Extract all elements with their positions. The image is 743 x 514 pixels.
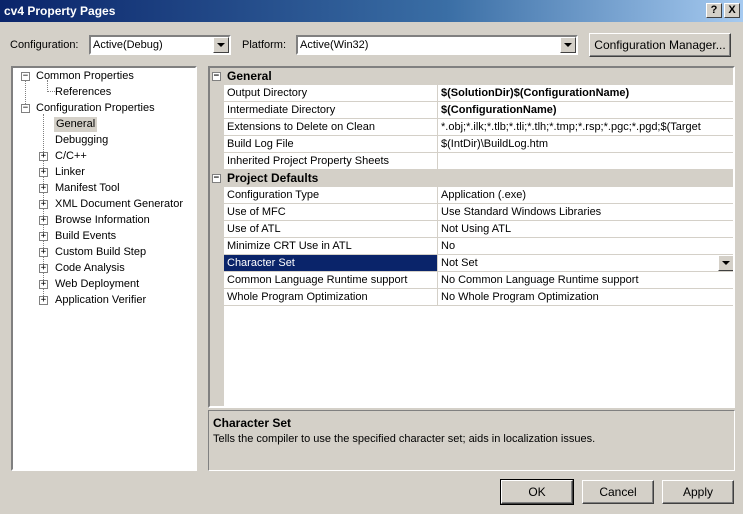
tree-item[interactable]: XML Document Generator <box>55 197 183 212</box>
expand-icon[interactable]: + <box>39 280 48 289</box>
category-label: General <box>227 69 272 83</box>
collapse-icon[interactable]: − <box>212 174 221 183</box>
tree-item[interactable]: Web Deployment <box>55 277 139 292</box>
chevron-down-icon <box>217 43 225 47</box>
tree-item[interactable]: Application Verifier <box>55 293 146 308</box>
description-panel: Character Set Tells the compiler to use … <box>208 410 735 471</box>
property-row[interactable]: Inherited Project Property Sheets <box>224 153 733 170</box>
close-button[interactable]: X <box>724 3 740 18</box>
property-value: Not Using ATL <box>441 223 512 235</box>
property-value: Not Set <box>441 257 478 269</box>
expand-icon[interactable]: + <box>39 200 48 209</box>
platform-value: Active(Win32) <box>300 39 369 51</box>
chevron-down-icon <box>722 261 730 265</box>
expand-icon[interactable]: + <box>39 264 48 273</box>
window-title: cv4 Property Pages <box>4 4 116 18</box>
ok-button[interactable]: OK <box>500 479 574 505</box>
property-name: Common Language Runtime support <box>227 274 408 286</box>
category-label: Project Defaults <box>227 171 319 185</box>
property-row[interactable]: Use of MFC Use Standard Windows Librarie… <box>224 204 733 221</box>
property-value: No <box>441 240 456 252</box>
tree-item[interactable]: Manifest Tool <box>55 181 120 196</box>
property-value: $(IntDir)\BuildLog.htm <box>441 138 548 150</box>
tree-item[interactable]: Build Events <box>55 229 116 244</box>
description-text: Tells the compiler to use the specified … <box>213 433 596 445</box>
tree-item[interactable]: Code Analysis <box>55 261 125 276</box>
property-row[interactable]: Extensions to Delete on Clean *.obj;*.il… <box>224 119 733 136</box>
category-row-project-defaults[interactable]: − Project Defaults <box>210 170 733 187</box>
property-row[interactable]: Whole Program Optimization No Whole Prog… <box>224 289 733 306</box>
category-row-general[interactable]: − General <box>210 68 733 85</box>
tree-item[interactable]: Custom Build Step <box>55 245 146 260</box>
platform-combo[interactable]: Active(Win32) <box>296 35 578 55</box>
property-name: Intermediate Directory <box>227 104 336 116</box>
property-row[interactable]: Configuration Type Application (.exe) <box>224 187 733 204</box>
property-name: Use of ATL <box>227 223 281 235</box>
property-value: No Common Language Runtime support <box>441 274 639 286</box>
tree-item-references[interactable]: References <box>55 85 111 100</box>
property-value: Use Standard Windows Libraries <box>441 206 602 218</box>
expand-icon[interactable]: + <box>39 248 48 257</box>
collapse-icon[interactable]: − <box>21 104 30 113</box>
property-name: Configuration Type <box>227 189 320 201</box>
configuration-manager-button[interactable]: Configuration Manager... <box>589 33 731 57</box>
configuration-label: Configuration: <box>10 39 79 51</box>
property-row[interactable]: Use of ATL Not Using ATL <box>224 221 733 238</box>
property-name: Output Directory <box>227 87 308 99</box>
tree-item-general[interactable]: General <box>54 117 98 132</box>
property-name: Minimize CRT Use in ATL <box>227 240 352 252</box>
tree-item-configuration-properties[interactable]: Configuration Properties <box>36 101 155 116</box>
property-row[interactable]: Minimize CRT Use in ATL No <box>224 238 733 255</box>
property-name: Character Set <box>227 257 295 269</box>
property-row[interactable]: Output Directory $(SolutionDir)$(Configu… <box>224 85 733 102</box>
expand-icon[interactable]: + <box>39 168 48 177</box>
expand-icon[interactable]: + <box>39 152 48 161</box>
apply-button[interactable]: Apply <box>662 480 734 504</box>
property-value: Application (.exe) <box>441 189 526 201</box>
collapse-icon[interactable]: − <box>21 72 30 81</box>
cancel-button[interactable]: Cancel <box>582 480 654 504</box>
platform-label: Platform: <box>242 39 287 51</box>
tree-item-debugging[interactable]: Debugging <box>55 133 108 148</box>
property-grid[interactable]: − General Output Directory $(SolutionDir… <box>208 66 735 408</box>
tree-item[interactable]: Linker <box>55 165 85 180</box>
property-value: $(ConfigurationName) <box>441 104 557 116</box>
expand-icon[interactable]: + <box>39 216 48 225</box>
title-bar: cv4 Property Pages ? X <box>0 0 743 22</box>
property-name: Whole Program Optimization <box>227 291 368 303</box>
description-title: Character Set <box>213 416 292 430</box>
dropdown-button[interactable] <box>560 37 576 53</box>
property-name: Use of MFC <box>227 206 286 218</box>
dropdown-button[interactable] <box>718 255 733 271</box>
dropdown-button[interactable] <box>213 37 229 53</box>
property-row[interactable]: Build Log File $(IntDir)\BuildLog.htm <box>224 136 733 153</box>
collapse-icon[interactable]: − <box>212 72 221 81</box>
property-name: Extensions to Delete on Clean <box>227 121 375 133</box>
tree-item[interactable]: C/C++ <box>55 149 87 164</box>
property-row[interactable]: Common Language Runtime support No Commo… <box>224 272 733 289</box>
configuration-value: Active(Debug) <box>93 39 163 51</box>
property-row[interactable]: Intermediate Directory $(ConfigurationNa… <box>224 102 733 119</box>
configuration-combo[interactable]: Active(Debug) <box>89 35 231 55</box>
expand-icon[interactable]: + <box>39 232 48 241</box>
chevron-down-icon <box>564 43 572 47</box>
property-value: *.obj;*.ilk;*.tlb;*.tli;*.tlh;*.tmp;*.rs… <box>441 121 701 133</box>
help-icon: ? <box>710 4 718 16</box>
tree-item-common-properties[interactable]: Common Properties <box>36 69 134 84</box>
tree-item[interactable]: Browse Information <box>55 213 150 228</box>
property-value: $(SolutionDir)$(ConfigurationName) <box>441 87 630 99</box>
help-button[interactable]: ? <box>706 3 722 18</box>
property-name: Build Log File <box>227 138 294 150</box>
grid-gutter <box>210 68 224 406</box>
property-value: No Whole Program Optimization <box>441 291 599 303</box>
close-icon: X <box>728 4 736 16</box>
expand-icon[interactable]: + <box>39 296 48 305</box>
category-tree[interactable]: − Common Properties References − Configu… <box>11 66 197 471</box>
value-dropdown[interactable] <box>718 255 733 271</box>
property-name: Inherited Project Property Sheets <box>227 155 390 167</box>
expand-icon[interactable]: + <box>39 184 48 193</box>
property-row-selected[interactable]: Character Set Not Set <box>224 255 733 272</box>
